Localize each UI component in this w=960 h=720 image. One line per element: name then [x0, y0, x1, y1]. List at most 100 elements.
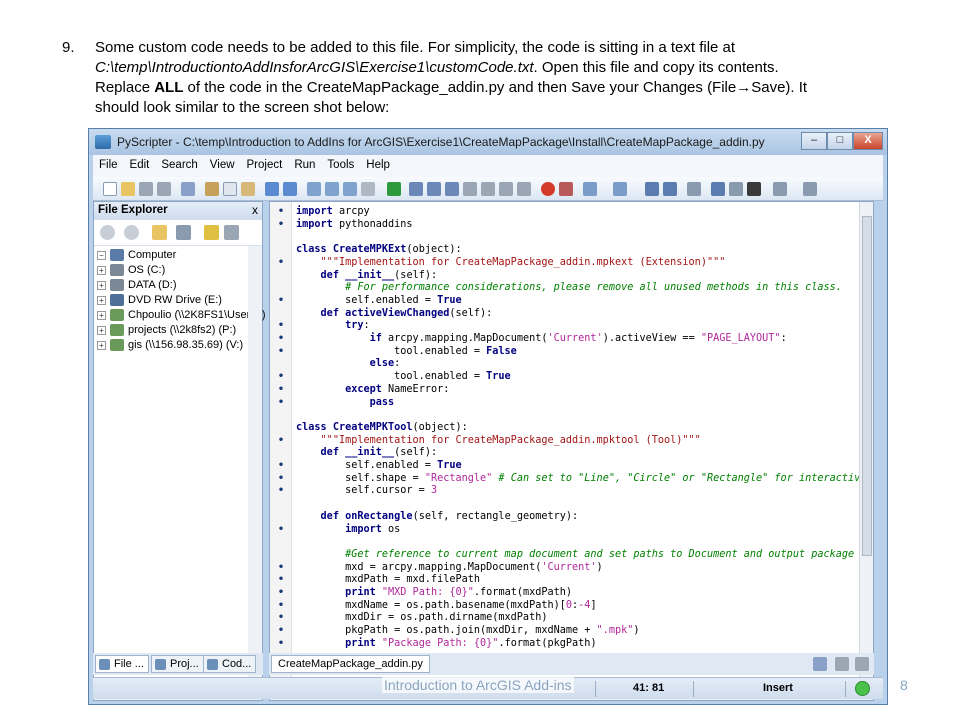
wrap-icon[interactable] [729, 182, 743, 196]
collapse-icon[interactable]: − [97, 251, 106, 260]
expand-icon[interactable]: + [97, 326, 106, 335]
bullets-icon[interactable] [711, 182, 725, 196]
code-line[interactable]: def __init__(self): [296, 447, 438, 460]
step-over-icon[interactable] [463, 182, 477, 196]
breakpoint-marker-icon[interactable]: • [278, 295, 284, 308]
undo-icon[interactable] [265, 182, 279, 196]
code-line[interactable]: • pkgPath = os.path.join(mxdDir, mxdName… [278, 625, 640, 638]
split-view-icon[interactable] [803, 182, 817, 196]
breakpoint-marker-icon[interactable]: • [278, 473, 284, 486]
expand-icon[interactable]: + [97, 311, 106, 320]
settings-icon[interactable] [224, 225, 239, 240]
code-line[interactable]: • print "MXD Path: {0}".format(mxdPath) [278, 587, 572, 600]
close-button[interactable]: X [853, 132, 883, 150]
code-line[interactable]: • """Implementation for CreateMapPackage… [278, 257, 725, 270]
tab-project-explorer[interactable]: Proj... [151, 655, 204, 673]
code-line[interactable]: def __init__(self): [296, 270, 438, 283]
forward-icon[interactable] [613, 182, 627, 196]
expand-icon[interactable]: + [97, 281, 106, 290]
menu-view[interactable]: View [204, 155, 241, 171]
comment-icon[interactable] [687, 182, 701, 196]
breakpoint-marker-icon[interactable]: • [278, 435, 284, 448]
cut-icon[interactable] [205, 182, 219, 196]
print-icon[interactable] [181, 182, 195, 196]
code-line[interactable]: def onRectangle(self, rectangle_geometry… [296, 511, 579, 524]
breakpoint-marker-icon[interactable]: • [278, 333, 284, 346]
code-line[interactable]: • self.enabled = True [278, 295, 462, 308]
menu-run[interactable]: Run [288, 155, 321, 171]
tab-list-icon[interactable] [855, 657, 869, 671]
menu-edit[interactable]: Edit [124, 155, 156, 171]
breakpoint-marker-icon[interactable]: • [278, 625, 284, 638]
breakpoint-marker-icon[interactable]: • [278, 587, 284, 600]
breakpoint-marker-icon[interactable]: • [278, 397, 284, 410]
code-line[interactable]: def activeViewChanged(self): [296, 308, 493, 321]
code-line[interactable]: class CreateMPKExt(object): [296, 244, 462, 257]
editor-vertical-scrollbar[interactable] [859, 202, 873, 688]
code-line[interactable]: • import arcpy [278, 206, 370, 219]
explorer-vertical-scrollbar[interactable] [248, 246, 262, 686]
code-line[interactable]: • tool.enabled = True [278, 371, 511, 384]
redo-icon[interactable] [283, 182, 297, 196]
menu-file[interactable]: File [93, 155, 124, 171]
code-line[interactable]: • if arcpy.mapping.MapDocument('Current'… [278, 333, 787, 346]
expand-icon[interactable]: + [97, 296, 106, 305]
breakpoint-marker-icon[interactable]: • [278, 320, 284, 333]
breakpoint-marker-icon[interactable]: • [278, 460, 284, 473]
breakpoint-marker-icon[interactable]: • [278, 346, 284, 359]
breakpoint-marker-icon[interactable]: • [278, 219, 284, 232]
clear-breakpoints-icon[interactable] [559, 182, 573, 196]
code-line[interactable]: • import pythonaddins [278, 219, 413, 232]
code-line[interactable]: #Get reference to current map document a… [296, 549, 854, 562]
menu-search[interactable]: Search [155, 155, 203, 171]
save-all-icon[interactable] [157, 182, 171, 196]
menu-project[interactable]: Project [241, 155, 289, 171]
tab-createmappackage[interactable]: CreateMapPackage_addin.py [271, 655, 430, 673]
code-line[interactable]: class CreateMPKTool(object): [296, 422, 468, 435]
breakpoint-marker-icon[interactable]: • [278, 574, 284, 587]
code-line[interactable]: • mxd = arcpy.mapping.MapDocument('Curre… [278, 562, 603, 575]
code-line[interactable]: • self.cursor = 3 [278, 485, 437, 498]
tab-code-explorer[interactable]: Cod... [203, 655, 257, 673]
code-line[interactable]: • try: [278, 320, 370, 333]
code-line[interactable]: # For performance considerations, please… [296, 282, 842, 295]
indent-icon[interactable] [645, 182, 659, 196]
code-line[interactable]: else: [296, 358, 401, 371]
pause-icon[interactable] [499, 182, 513, 196]
breakpoint-marker-icon[interactable]: • [278, 371, 284, 384]
menu-tools[interactable]: Tools [321, 155, 360, 171]
close-tab-icon[interactable] [835, 657, 849, 671]
code-line[interactable]: • import os [278, 524, 400, 537]
code-line[interactable]: • mxdName = os.path.basename(mxdPath)[0:… [278, 600, 597, 613]
tab-file-explorer[interactable]: File ... [95, 655, 149, 673]
breakpoint-marker-icon[interactable]: • [278, 257, 284, 270]
debug-icon[interactable] [409, 182, 423, 196]
breakpoint-marker-icon[interactable]: • [278, 206, 284, 219]
find-next-icon[interactable] [325, 182, 339, 196]
panel-icon[interactable] [813, 657, 827, 671]
filter-icon[interactable] [204, 225, 219, 240]
title-bar[interactable]: PyScripter - C:\temp\Introduction to Add… [89, 129, 887, 155]
forward-icon[interactable] [124, 225, 139, 240]
replace-icon[interactable] [343, 182, 357, 196]
scroll-thumb[interactable] [862, 216, 872, 556]
step-into-icon[interactable] [445, 182, 459, 196]
code-line[interactable]: • print "Package Path: {0}".format(pkgPa… [278, 638, 597, 651]
code-line[interactable]: • except NameError: [278, 384, 449, 397]
pilcrow-icon[interactable] [747, 182, 761, 196]
step-out-icon[interactable] [481, 182, 495, 196]
breakpoint-marker-icon[interactable]: • [278, 524, 284, 537]
save-icon[interactable] [139, 182, 153, 196]
code-line[interactable]: • tool.enabled = False [278, 346, 517, 359]
breakpoint-marker-icon[interactable]: • [278, 485, 284, 498]
copy-icon[interactable] [223, 182, 237, 196]
new-file-icon[interactable] [103, 182, 117, 196]
breakpoint-icon[interactable] [541, 182, 555, 196]
back-icon[interactable] [100, 225, 115, 240]
breakpoint-marker-icon[interactable]: • [278, 612, 284, 625]
maximize-button[interactable]: □ [827, 132, 853, 150]
code-line[interactable]: • pass [278, 397, 394, 410]
breakpoint-marker-icon[interactable]: • [278, 638, 284, 651]
paste-icon[interactable] [241, 182, 255, 196]
menu-help[interactable]: Help [360, 155, 396, 171]
